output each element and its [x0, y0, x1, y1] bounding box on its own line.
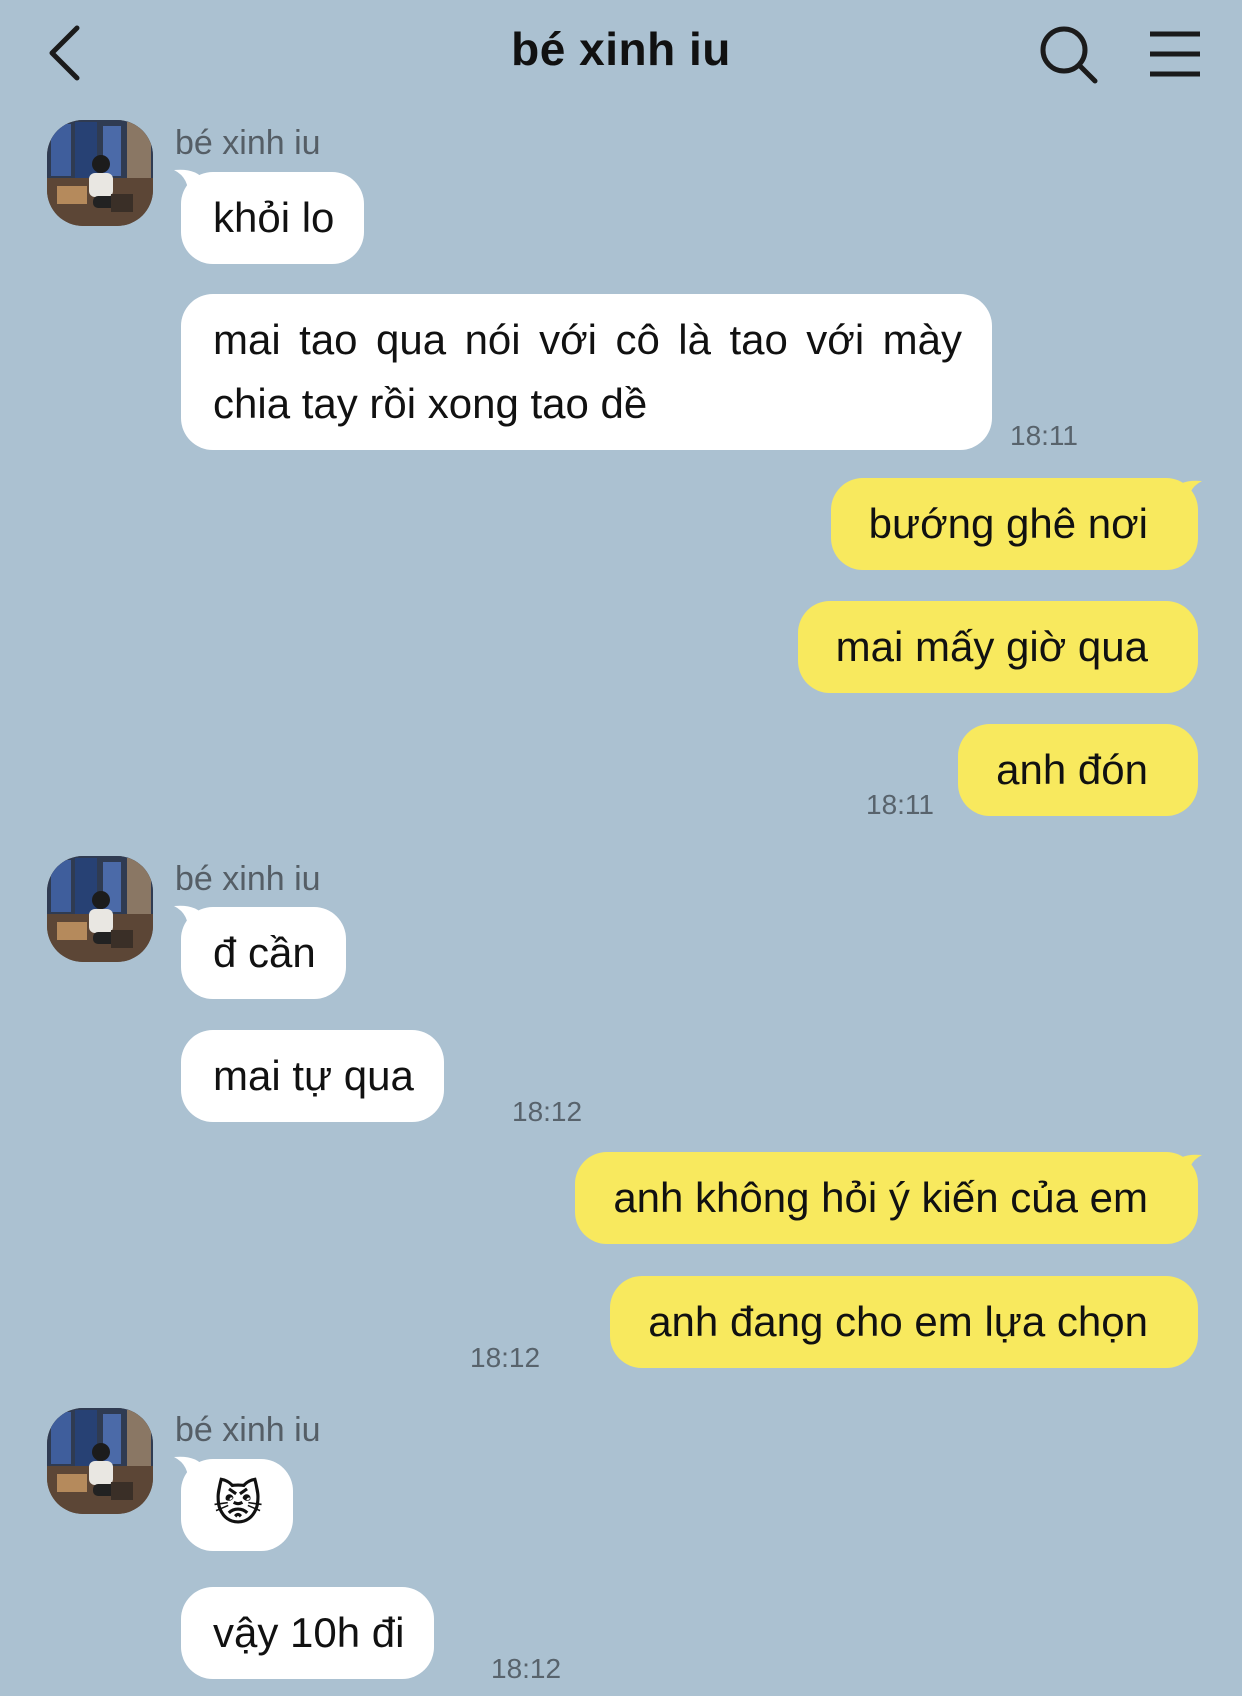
outgoing-message-bubble[interactable]: anh đón — [958, 724, 1198, 816]
sender-name: bé xinh iu — [175, 124, 321, 162]
incoming-message-bubble[interactable]: mai tự qua — [181, 1030, 444, 1122]
contact-avatar-image — [47, 120, 153, 226]
outgoing-message-bubble[interactable]: anh không hỏi ý kiến của em — [575, 1152, 1198, 1244]
outgoing-message-bubble[interactable]: bướng ghê nơi — [830, 478, 1198, 570]
contact-avatar-image — [47, 1408, 153, 1514]
chat-header: bé xinh iu — [0, 0, 1242, 110]
search-icon[interactable] — [1038, 24, 1100, 86]
menu-icon[interactable] — [1148, 30, 1202, 78]
contact-avatar[interactable] — [47, 856, 153, 962]
incoming-message-bubble[interactable]: vậy 10h đi — [181, 1587, 435, 1679]
sender-name: bé xinh iu — [175, 1411, 321, 1449]
sender-name: bé xinh iu — [175, 860, 321, 898]
incoming-message-bubble[interactable]: đ cần — [181, 907, 346, 999]
incoming-message-bubble[interactable]: mai tao qua nói với cô là tao với mày ch… — [181, 294, 992, 450]
contact-avatar[interactable] — [47, 120, 153, 226]
contact-avatar-image — [47, 856, 153, 962]
emoji-message-bubble[interactable]: 😾 — [181, 1459, 294, 1551]
message-timestamp: 18:11 — [1010, 420, 1078, 451]
outgoing-message-bubble[interactable]: mai mấy giờ qua — [797, 601, 1198, 693]
outgoing-message-bubble[interactable]: anh đang cho em lựa chọn — [610, 1276, 1198, 1368]
message-timestamp: 18:11 — [866, 789, 934, 820]
message-timestamp: 18:12 — [491, 1653, 562, 1684]
incoming-message-bubble[interactable]: khỏi lo — [181, 172, 365, 264]
message-timestamp: 18:12 — [470, 1342, 541, 1373]
contact-avatar[interactable] — [47, 1408, 153, 1514]
message-timestamp: 18:12 — [512, 1096, 583, 1127]
